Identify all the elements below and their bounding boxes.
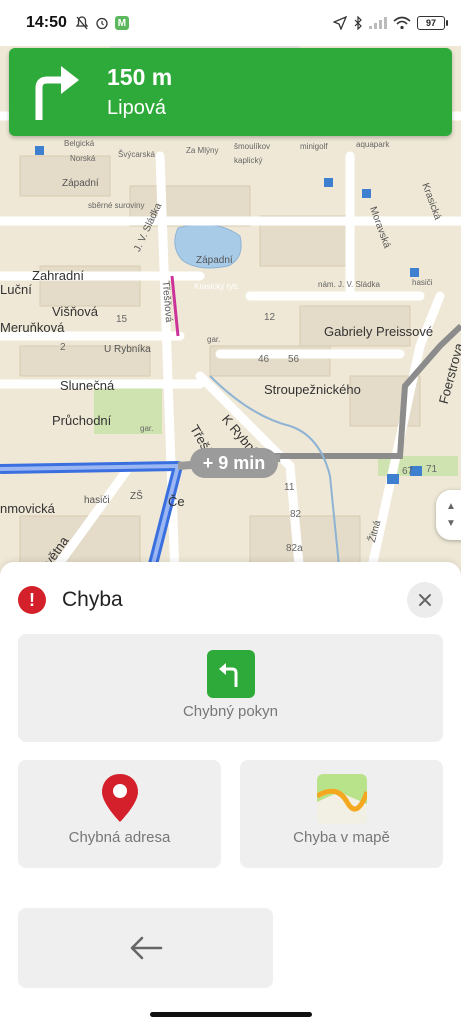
battery-icon: 97 bbox=[417, 16, 448, 30]
map-label-nemovicka: nmovická bbox=[0, 501, 55, 516]
map-label-aquapark: aquapark bbox=[356, 140, 390, 149]
map-label-11: 11 bbox=[284, 482, 295, 493]
map-label-svycarska: Švýcarská bbox=[118, 150, 155, 159]
map-label-hasici-top: hasiči bbox=[412, 278, 433, 287]
wrong-address-option[interactable]: Chybná adresa bbox=[18, 760, 221, 868]
wifi-icon bbox=[393, 16, 411, 30]
next-street-name: Lipová bbox=[107, 97, 166, 119]
turn-right-icon bbox=[35, 66, 79, 120]
map-label-smoulikov: šmoulíkov bbox=[234, 142, 271, 151]
bluetooth-icon bbox=[353, 16, 363, 30]
map-label-lucni: Luční bbox=[0, 282, 32, 297]
back-button[interactable] bbox=[18, 908, 273, 988]
map-label-zahradni: Zahradní bbox=[32, 268, 85, 283]
map-error-label: Chyba v mapě bbox=[293, 829, 390, 846]
chevron-down-icon: ▼ bbox=[446, 518, 456, 529]
bell-off-icon bbox=[75, 16, 89, 30]
route-delay-badge: + 9 min bbox=[190, 448, 278, 478]
map-label-gar2: gar. bbox=[140, 424, 154, 433]
map-label-krasicky-ryb: Krasický ryb. bbox=[194, 282, 240, 291]
sheet-header: ! Chyba bbox=[18, 582, 443, 618]
status-left-icons: M bbox=[75, 16, 129, 30]
signal-icon bbox=[369, 17, 387, 29]
map-label-46: 46 bbox=[258, 354, 270, 365]
next-turn-distance: 150 m bbox=[107, 64, 173, 90]
map-label-minigolf: minigolf bbox=[300, 142, 328, 151]
map-error-option[interactable]: Chyba v mapě bbox=[240, 760, 443, 868]
alarm-icon bbox=[95, 16, 109, 30]
map-label-norska: Norská bbox=[70, 154, 96, 163]
map-label-pruchodni: Průchodní bbox=[52, 413, 112, 428]
map-label-gar: gar. bbox=[207, 335, 221, 344]
map-label-belgicka: Belgická bbox=[64, 139, 95, 148]
app-notification-icon: M bbox=[114, 16, 129, 30]
map-label-15: 15 bbox=[116, 314, 128, 325]
map-label-slunecna: Slunečná bbox=[60, 378, 115, 393]
chevron-up-icon: ▲ bbox=[446, 501, 456, 512]
map-label-67: 67 bbox=[402, 466, 414, 477]
close-button[interactable] bbox=[407, 582, 443, 618]
error-report-sheet: ! Chyba Chybný pokyn Chybná adresa Chyba… bbox=[0, 562, 461, 1024]
close-icon bbox=[419, 594, 431, 606]
status-right-icons: 97 bbox=[333, 16, 448, 30]
map-label-gabriely-preissove: Gabriely Preissové bbox=[324, 324, 434, 339]
map-label-merunkova: Meruňková bbox=[0, 320, 65, 335]
wrong-address-label: Chybná adresa bbox=[68, 829, 171, 846]
map-label-12: 12 bbox=[264, 312, 276, 323]
wrong-instruction-label: Chybný pokyn bbox=[182, 703, 279, 720]
map-label-za-mlyny: Za Mlýny bbox=[186, 146, 219, 155]
navigation-text: 150 m Lipová bbox=[107, 64, 172, 120]
map-label-u-rybnika: U Rybníka bbox=[104, 344, 151, 355]
map-label-nam-j-v-sladka: nám. J. V. Sládka bbox=[318, 280, 380, 289]
status-bar: 14:50 M 97 bbox=[0, 0, 461, 46]
map-label-82: 82 bbox=[290, 509, 302, 520]
map-label-zs: ZŠ bbox=[130, 491, 143, 502]
location-arrow-icon bbox=[333, 16, 347, 30]
status-time: 14:50 bbox=[26, 14, 67, 31]
error-icon: ! bbox=[18, 586, 46, 614]
arrow-left-icon bbox=[130, 936, 162, 960]
location-pin-icon bbox=[101, 774, 138, 822]
map-label-82a: 82a bbox=[286, 543, 303, 554]
map-label-56: 56 bbox=[288, 354, 300, 365]
wrong-instruction-option[interactable]: Chybný pokyn bbox=[18, 634, 443, 742]
turn-left-icon bbox=[206, 650, 255, 698]
map-label-zapadni-top: Západní bbox=[62, 178, 99, 189]
map-label-stroupeznickeho: Stroupežnického bbox=[264, 382, 361, 397]
map-label-71: 71 bbox=[426, 464, 438, 475]
map-icon bbox=[316, 774, 367, 824]
map-label-sberne-suroviny: sběrné suroviny bbox=[88, 201, 145, 210]
navigation-instruction-banner[interactable]: 150 m Lipová bbox=[9, 48, 452, 136]
zoom-toggle[interactable]: ▲ ▼ bbox=[436, 490, 461, 540]
map-label-ce: Če bbox=[168, 494, 185, 509]
home-indicator[interactable] bbox=[150, 1012, 312, 1017]
sheet-title: Chyba bbox=[62, 588, 123, 611]
map-label-2: 2 bbox=[60, 342, 66, 353]
map-label-zapadni: Západní bbox=[196, 255, 233, 266]
map-label-visnova: Višňová bbox=[52, 304, 99, 319]
map-label-hasici: hasiči bbox=[84, 495, 110, 506]
map-label-kaplicky: kaplický bbox=[234, 156, 263, 165]
